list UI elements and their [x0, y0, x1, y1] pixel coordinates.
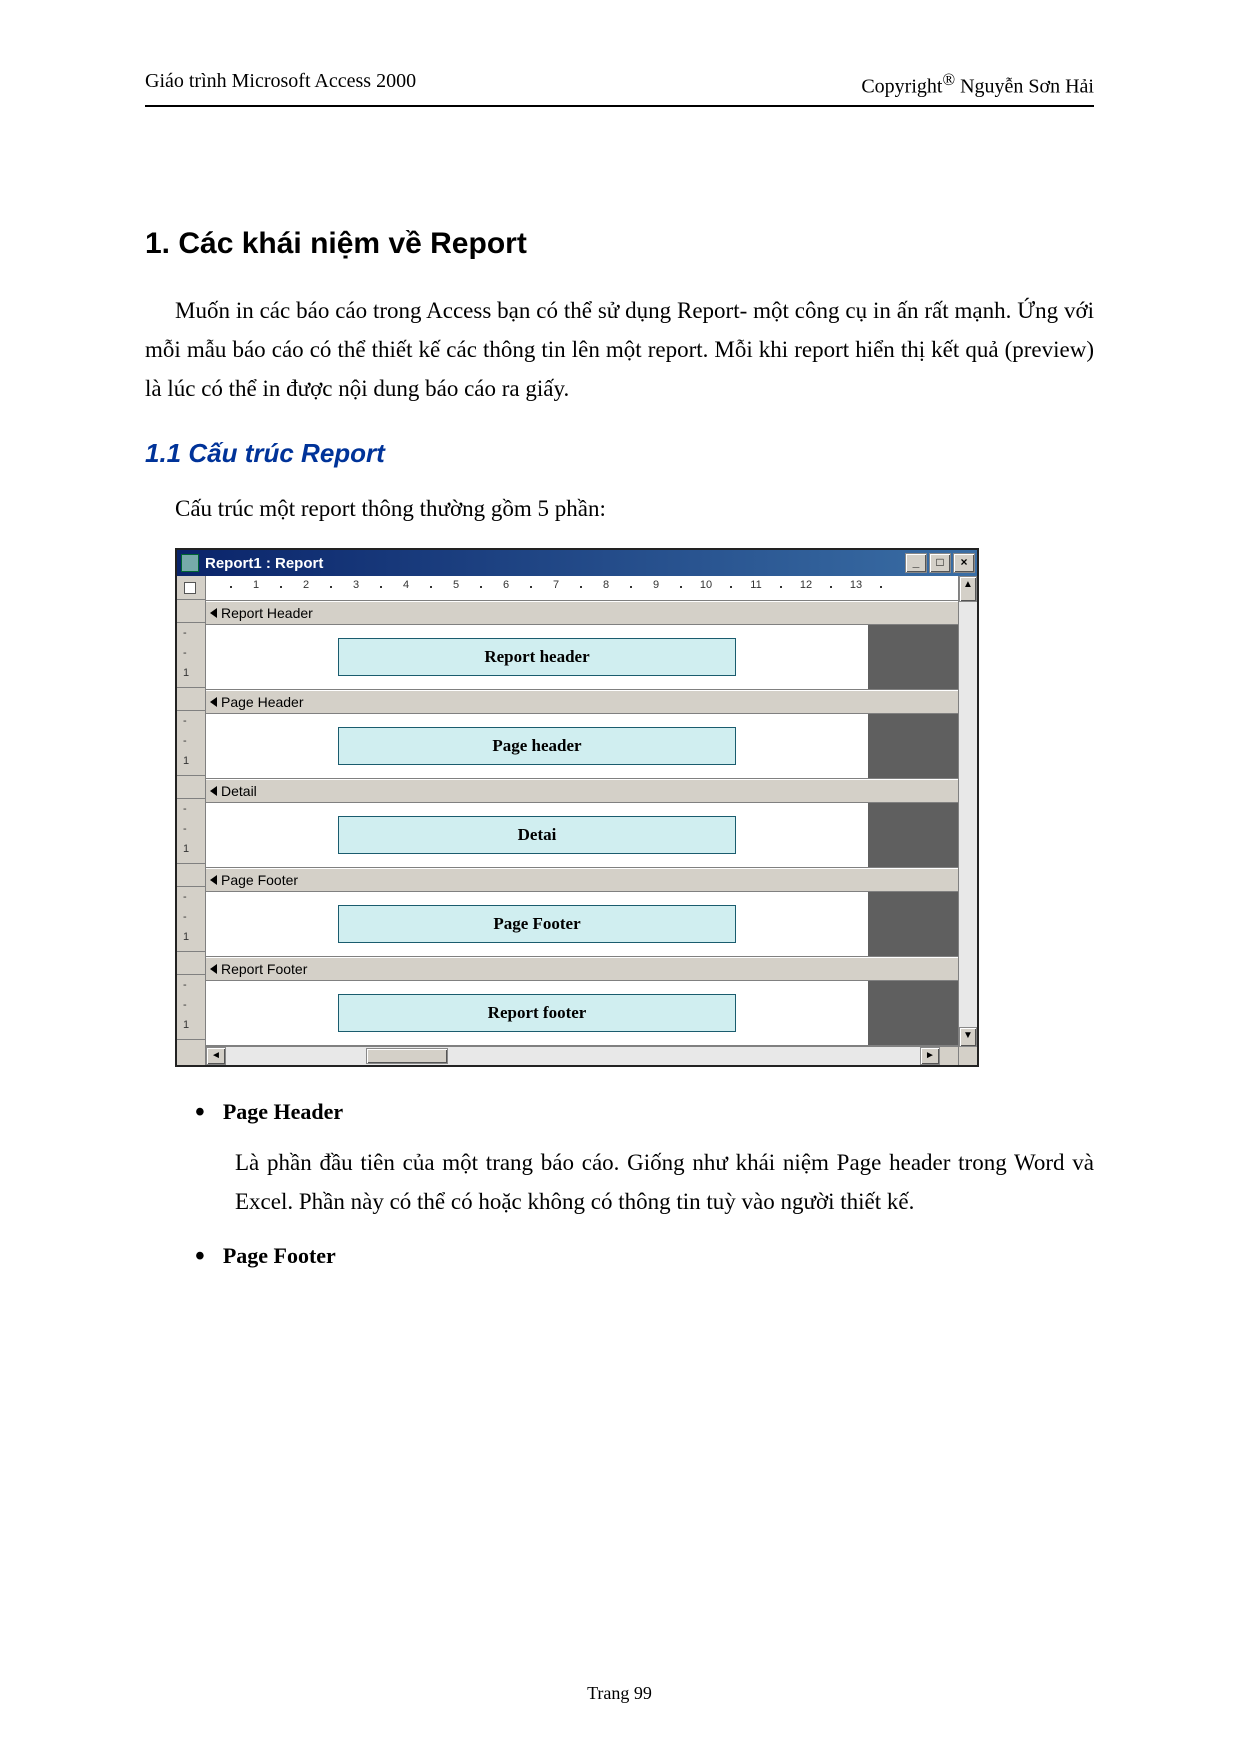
header-right: Copyright® Nguyễn Sơn Hải — [861, 70, 1094, 99]
section-bar-detail[interactable]: Detail — [206, 779, 958, 803]
bullet-head-page-footer: Page Footer — [195, 1241, 1094, 1273]
section-arrow-icon — [210, 964, 217, 974]
vertical-scrollbar[interactable]: ▲ ▼ — [958, 576, 977, 1065]
label-report-footer[interactable]: Report footer — [338, 994, 735, 1032]
intro-paragraph: Muốn in các báo cáo trong Access bạn có … — [145, 291, 1094, 408]
label-page-header[interactable]: Page header — [338, 727, 735, 765]
section-bar-report-footer[interactable]: Report Footer — [206, 957, 958, 981]
section-bar-report-header[interactable]: Report Header — [206, 601, 958, 625]
section-bar-page-header[interactable]: Page Header — [206, 690, 958, 714]
ruler-selector[interactable] — [177, 576, 205, 600]
hscroll-thumb[interactable] — [366, 1048, 448, 1064]
label-detail[interactable]: Detai — [338, 816, 735, 854]
label-report-header[interactable]: Report header — [338, 638, 735, 676]
close-button[interactable]: × — [953, 553, 975, 573]
page-number: Trang 99 — [0, 1683, 1239, 1704]
heading-1: 1. Các khái niệm về Report — [145, 227, 1094, 261]
section-bar-page-footer[interactable]: Page Footer — [206, 868, 958, 892]
scroll-up-button[interactable]: ▲ — [959, 576, 977, 602]
label-page-footer[interactable]: Page Footer — [338, 905, 735, 943]
section-arrow-icon — [210, 875, 217, 885]
structure-intro: Cấu trúc một report thông thường gồm 5 p… — [145, 489, 1094, 528]
design-surface: 1 2 3 4 5 6 7 8 9 — [206, 576, 958, 1065]
section-body-report-footer[interactable]: Report footer — [206, 981, 958, 1046]
bullet-list: Page Header Là phần đầu tiên của một tra… — [195, 1097, 1094, 1273]
scroll-right-button[interactable]: ► — [920, 1047, 940, 1065]
window-title: Report1 : Report — [205, 555, 905, 572]
bullet-text-page-header: Là phần đầu tiên của một trang báo cáo. … — [235, 1143, 1094, 1221]
header-left: Giáo trình Microsoft Access 2000 — [145, 70, 416, 99]
section-body-report-header[interactable]: Report header — [206, 625, 958, 690]
report-design-window: Report1 : Report _ □ × - - 1 - - — [175, 548, 979, 1067]
window-titlebar[interactable]: Report1 : Report _ □ × — [177, 550, 977, 576]
section-arrow-icon — [210, 608, 217, 618]
report-icon — [181, 554, 199, 572]
bullet-head-page-header: Page Header — [195, 1097, 1094, 1129]
scroll-left-button[interactable]: ◄ — [206, 1047, 226, 1065]
section-body-page-footer[interactable]: Page Footer — [206, 892, 958, 957]
section-arrow-icon — [210, 697, 217, 707]
vertical-ruler: - - 1 - - 1 - - 1 - — [177, 576, 206, 1065]
scroll-down-button[interactable]: ▼ — [959, 1027, 977, 1047]
section-body-detail[interactable]: Detai — [206, 803, 958, 868]
section-arrow-icon — [210, 786, 217, 796]
heading-1-1: 1.1 Cấu trúc Report — [145, 438, 1094, 469]
page-header: Giáo trình Microsoft Access 2000 Copyrig… — [145, 70, 1094, 107]
section-body-page-header[interactable]: Page header — [206, 714, 958, 779]
maximize-button[interactable]: □ — [929, 553, 951, 573]
horizontal-ruler: 1 2 3 4 5 6 7 8 9 — [206, 576, 958, 601]
horizontal-scrollbar[interactable]: ◄ ► — [206, 1046, 958, 1065]
minimize-button[interactable]: _ — [905, 553, 927, 573]
